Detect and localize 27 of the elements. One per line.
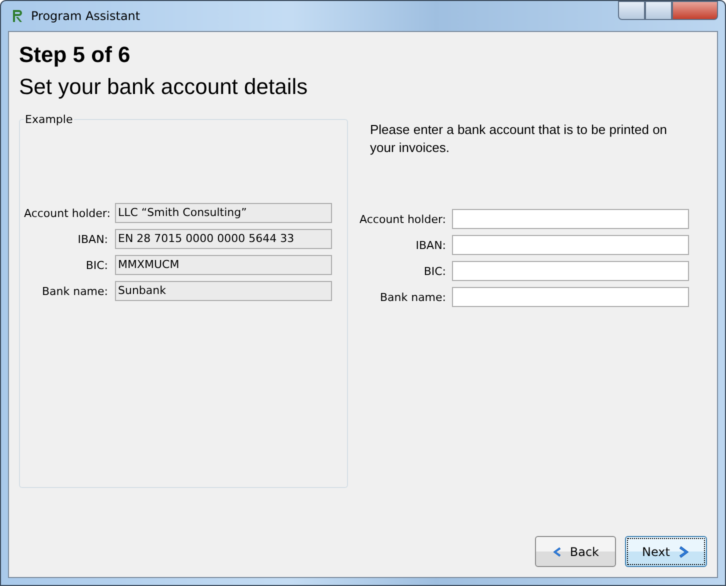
window-title: Program Assistant — [31, 9, 140, 23]
field-label: Account holder: — [358, 212, 446, 226]
field-label: Bank name: — [40, 284, 108, 298]
example-value-field: LLC “Smith Consulting” — [115, 203, 332, 223]
app-icon — [11, 9, 25, 23]
example-value-field: Sunbank — [115, 281, 332, 301]
input-field[interactable] — [452, 235, 689, 255]
example-value-field: MMXMUCM — [115, 255, 332, 275]
field-label: Bank name: — [378, 290, 446, 304]
field-label: Account holder: — [24, 206, 108, 220]
back-button[interactable]: Back — [535, 536, 616, 567]
page-heading: Set your bank account details — [19, 74, 309, 100]
maximize-button[interactable] — [645, 1, 672, 20]
input-field[interactable] — [452, 261, 689, 281]
field-label: IBAN: — [76, 232, 108, 246]
input-field[interactable] — [452, 287, 689, 307]
field-label: BIC: — [84, 258, 108, 272]
input-field[interactable] — [452, 209, 689, 229]
field-label: IBAN: — [414, 238, 446, 252]
field-label: BIC: — [422, 264, 446, 278]
close-button[interactable] — [672, 1, 718, 20]
next-button[interactable]: Next — [625, 536, 707, 567]
minimize-button[interactable] — [618, 1, 645, 20]
example-value-field: EN 28 7015 0000 0000 5644 33 — [115, 229, 332, 249]
step-title: Step 5 of 6 — [19, 42, 132, 68]
instructions-text: Please enter a bank account that is to be printed on your invoices. — [370, 121, 668, 157]
group-label: Example — [24, 113, 74, 126]
